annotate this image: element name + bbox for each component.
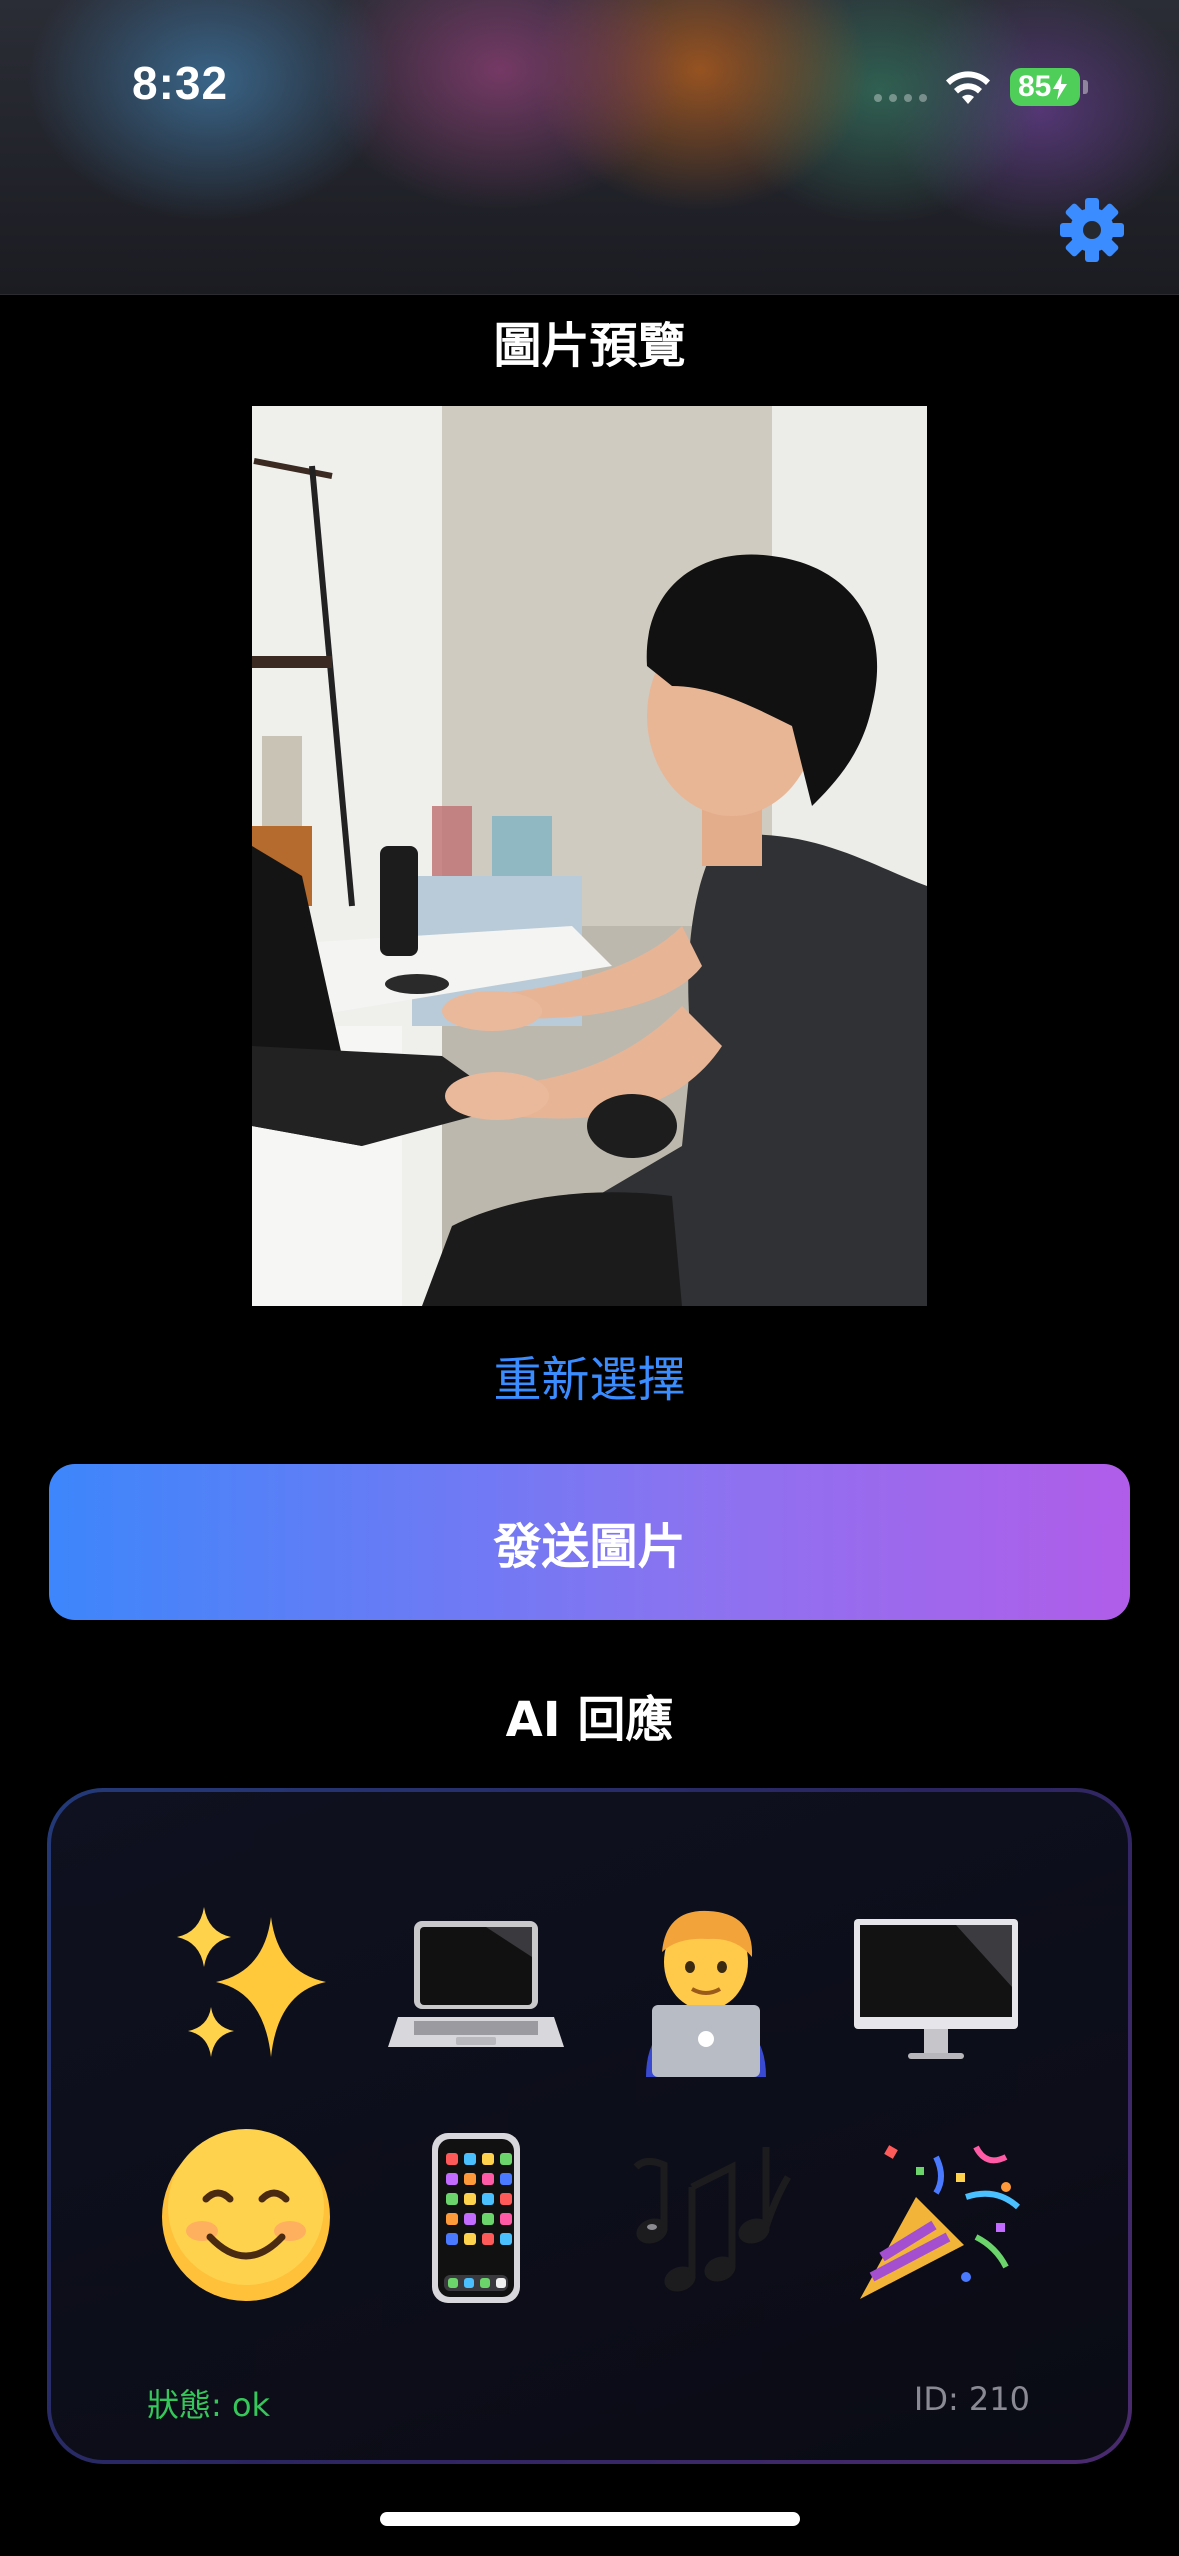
mobile-phone-icon bbox=[361, 2102, 591, 2332]
settings-button[interactable] bbox=[1056, 194, 1128, 266]
status-text: 狀態: ok bbox=[147, 2386, 271, 2424]
battery-indicator: 85 bbox=[1010, 68, 1080, 106]
preview-title: 圖片預覽 bbox=[493, 318, 686, 374]
technologist-icon bbox=[591, 1872, 821, 2102]
emoji-grid bbox=[131, 1872, 1051, 2332]
ai-response-card: 狀態: ok ID: 210 bbox=[47, 1788, 1132, 2464]
smiling-face-icon bbox=[131, 2102, 361, 2332]
top-header: 8:32 85 bbox=[0, 0, 1179, 295]
reselect-button[interactable]: 重新選擇 bbox=[0, 1340, 1179, 1410]
home-indicator[interactable] bbox=[380, 2512, 800, 2526]
battery-tip bbox=[1083, 80, 1088, 94]
wifi-icon bbox=[946, 71, 990, 104]
gear-icon bbox=[1060, 198, 1124, 262]
response-id: ID: 210 bbox=[913, 2380, 1030, 2418]
laptop-icon bbox=[361, 1872, 591, 2102]
status-time: 8:32 bbox=[132, 57, 229, 109]
sparkles-icon bbox=[131, 1872, 361, 2102]
musical-notes-icon bbox=[591, 2102, 821, 2332]
send-image-label: 發送圖片 bbox=[493, 1519, 686, 1575]
ai-response-title: AI 回應 bbox=[505, 1692, 674, 1748]
cellular-signal-icon bbox=[874, 94, 927, 102]
charging-bolt-icon bbox=[1053, 74, 1068, 100]
party-popper-icon bbox=[821, 2102, 1051, 2332]
send-image-button[interactable]: 發送圖片 bbox=[49, 1464, 1130, 1620]
battery-level: 85 bbox=[1018, 70, 1052, 103]
desktop-computer-icon bbox=[821, 1872, 1051, 2102]
preview-image bbox=[252, 406, 927, 1306]
